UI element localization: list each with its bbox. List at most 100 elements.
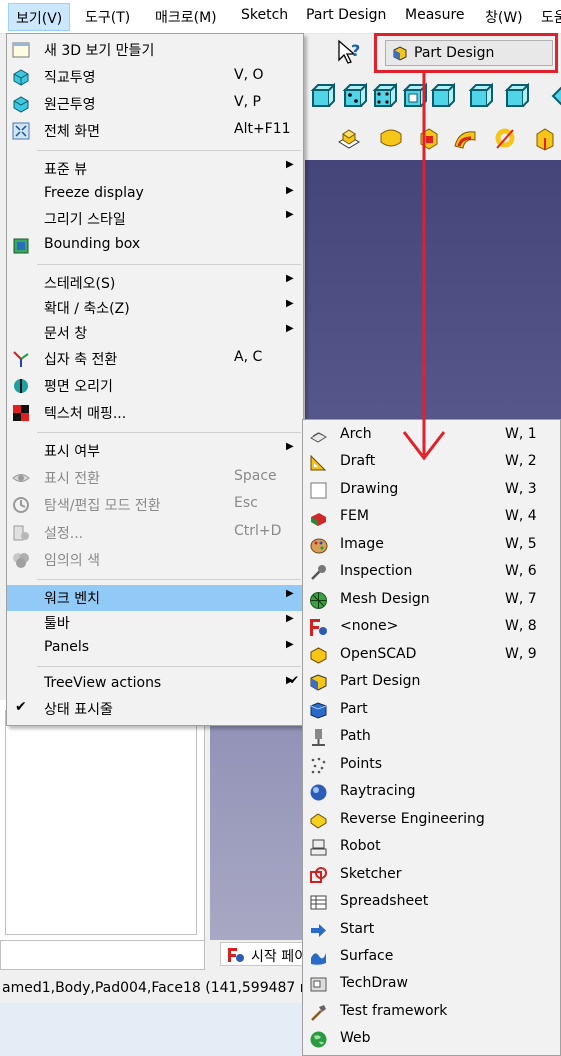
view-right-icon[interactable] [369,82,397,110]
checkmark-icon: ✔ [15,699,27,715]
view-left-icon[interactable] [465,82,493,110]
loft-icon[interactable] [531,124,559,152]
test-framework-icon [311,1005,326,1021]
menu-item-axis-cross[interactable]: 십자 축 전환 A, C [7,346,303,372]
document-tab-bar: 시작 페이 [210,940,315,970]
reverse-engineering-icon [310,813,327,829]
drawing-icon [310,482,327,499]
workbench-item-robot[interactable]: Robot [303,834,560,861]
menu-item-draw-style[interactable]: 그리기 스타일 ▶ [7,206,303,232]
workbench-item-spreadsheet[interactable]: Spreadsheet [303,889,560,916]
workbench-item-image[interactable]: Image W, 5 [303,532,560,559]
view-menu: 새 3D 보기 만들기 직교투영 V, O 원근투영 V, P 전체 화면 Alt+F… [6,33,304,726]
freecad-icon [228,948,244,962]
workbench-item-surface[interactable]: Surface [303,944,560,971]
menu-item-zoom[interactable]: 확대 / 축소(Z) ▶ [7,295,303,321]
menu-item-visibility[interactable]: 표시 여부 ▶ [7,438,303,464]
menu-item-treeview-actions[interactable]: TreeView actions ▶ [7,672,303,698]
revolution-icon[interactable] [377,124,405,152]
menu-item-toggle-visibility[interactable]: 표시 전환 Space [7,465,303,491]
menu-item-document-window[interactable]: 문서 창 ▶ [7,320,303,346]
workbench-item-inspection[interactable]: Inspection W, 6 [303,559,560,586]
workbench-item-draft[interactable]: Draft W, 2 [303,449,560,476]
menu-item-clipping-plane[interactable]: 평면 오리기 [7,373,303,399]
view-isometric-icon[interactable] [501,82,529,110]
workbench-item-openscad[interactable]: OpenSCAD W, 9 [303,642,560,669]
tab-start-page[interactable]: 시작 페이 [220,942,315,966]
web-globe-icon [310,1031,327,1048]
submenu-arrow-icon: ▶ [286,588,294,599]
view-bottom-icon[interactable] [427,82,455,110]
menu-item-new-3d-view[interactable]: 새 3D 보기 만들기 [7,37,303,63]
workbench-item-mesh-design[interactable]: Mesh Design W, 7 [303,587,560,614]
menu-item-fullscreen[interactable]: 전체 화면 Alt+F11 [7,118,303,144]
menu-item-toolbars[interactable]: 툴바 ▶ [7,610,303,636]
workbench-item-drawing[interactable]: Drawing W, 3 [303,477,560,504]
workbench-item-arch[interactable]: Arch W, 1 [303,422,560,449]
workbench-item-sketcher[interactable]: Sketcher [303,862,560,889]
desktop-background [0,1003,305,1056]
workbench-item-start[interactable]: Start [303,917,560,944]
points-icon [311,757,326,774]
tree-view[interactable] [5,710,197,935]
view-fit-icon[interactable] [549,82,561,110]
menu-item-standard-views[interactable]: 표준 뷰 ▶ [7,156,303,182]
part-icon [310,702,327,719]
workbench-item-part-design[interactable]: ✔ Part Design [289,669,560,696]
menu-view[interactable]: 보기(V) [8,3,71,31]
menu-item-freeze-display[interactable]: Freeze display ▶ [7,182,303,208]
menu-item-panels[interactable]: Panels ▶ [7,636,303,662]
menu-part-design[interactable]: Part Design [306,7,386,23]
view-rear-icon[interactable] [399,82,427,110]
menu-tools[interactable]: 도구(T) [85,7,130,27]
pad-icon[interactable] [335,124,363,152]
tab-start-page-label: 시작 페이 [251,949,307,965]
workbench-item-part[interactable]: Part [303,697,560,724]
menu-item-random-color[interactable]: 임의의 색 [7,547,303,573]
surface-icon [311,953,326,965]
menu-item-settings[interactable]: 설정... Ctrl+D [7,520,303,546]
workbench-item-test-framework[interactable]: Test framework [303,999,560,1026]
menu-item-toggle-nav-edit[interactable]: 탐색/편집 모드 전환 Esc [7,492,303,518]
techdraw-icon [310,977,327,992]
workbench-item-path[interactable]: Path [303,724,560,751]
menu-macro[interactable]: 매크로(M) [155,7,217,27]
menu-item-orthographic[interactable]: 직교투영 V, O [7,64,303,90]
openscad-icon [310,647,327,664]
perspective-cube-icon [13,96,29,113]
pocket-icon[interactable] [415,124,443,152]
groove-icon[interactable] [451,124,479,152]
clipping-plane-icon [14,379,28,393]
workbench-item-techdraw[interactable]: TechDraw [303,971,560,998]
menu-item-stereo[interactable]: 스테레오(S) ▶ [7,270,303,296]
workbench-item-raytracing[interactable]: Raytracing [303,779,560,806]
whats-this-icon[interactable]: ? [335,38,363,66]
workbench-item-web[interactable]: Web [303,1026,560,1053]
robot-icon [310,839,327,856]
menu-item-perspective[interactable]: 원근투영 V, P [7,91,303,117]
menu-window[interactable]: 창(W) [485,7,523,27]
menu-help[interactable]: 도움 [541,7,561,27]
workbench-item-fem[interactable]: FEM W, 4 [303,504,560,531]
menu-item-workbench[interactable]: 워크 벤치 ▶ [7,585,303,611]
property-input[interactable] [0,940,205,970]
texture-mapping-icon [13,405,29,421]
status-text: amed1,Body,Pad004,Face18 (141,599487 m [2,980,314,996]
workbench-highlight-box [374,33,558,73]
mesh-design-icon [310,592,327,609]
view-top-icon[interactable] [339,82,367,110]
part-design-icon [310,674,327,691]
sweep-icon[interactable] [491,124,519,152]
view-front-icon[interactable] [307,82,335,110]
workbench-item-points[interactable]: Points [303,752,560,779]
menu-item-texture-mapping[interactable]: 텍스처 매핑... [7,400,303,426]
arch-icon [310,432,327,443]
menu-item-status-bar[interactable]: ✔ 상태 표시줄 [7,696,303,722]
workbench-item-none[interactable]: <none> W, 8 [303,614,560,641]
workbench-item-reverse-engineering[interactable]: Reverse Engineering [303,807,560,834]
menu-item-bounding-box[interactable]: Bounding box [7,233,303,259]
menu-measure[interactable]: Measure [405,7,465,23]
menu-sketch[interactable]: Sketch [241,7,288,23]
submenu-arrow-icon: ▶ [286,298,294,309]
freecad-icon [310,619,327,636]
